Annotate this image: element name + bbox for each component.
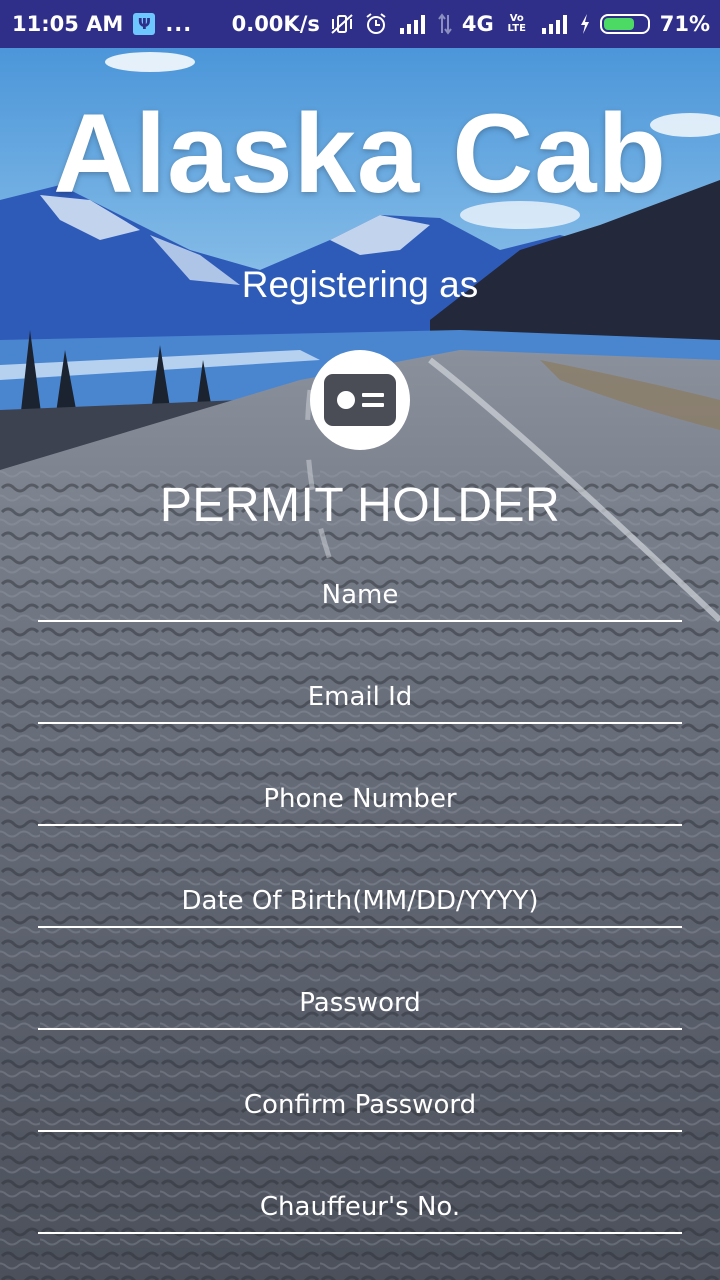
data-arrows-icon [438, 13, 452, 35]
dob-field-wrapper [38, 876, 682, 928]
volte-icon: Vo LTE [504, 14, 530, 34]
confirm-password-field-wrapper [38, 1080, 682, 1132]
battery-percent: 71% [659, 12, 710, 36]
dob-field[interactable] [38, 876, 682, 926]
email-field-wrapper [38, 672, 682, 724]
registering-as-label: Registering as [241, 264, 479, 305]
status-bar: 11:05 AM Ψ ... 0.00K/s 4G Vo LTE 71% [0, 0, 720, 48]
chauffeur-number-field-wrapper [38, 1182, 682, 1234]
alarm-icon [364, 12, 388, 36]
email-field[interactable] [38, 672, 682, 722]
more-notifications-icon: ... [165, 12, 193, 36]
network-speed: 0.00K/s [231, 12, 320, 36]
phone-field[interactable] [38, 774, 682, 824]
charging-icon [580, 14, 590, 34]
vibrate-off-icon [330, 13, 354, 35]
id-card-icon [324, 374, 396, 426]
battery-fill [603, 18, 634, 30]
role-icon-badge [310, 350, 410, 450]
signal-icon [398, 14, 428, 34]
password-field-wrapper [38, 978, 682, 1030]
usb-icon: Ψ [133, 13, 156, 35]
battery-icon [599, 14, 650, 34]
password-field[interactable] [38, 978, 682, 1028]
phone-field-wrapper [38, 774, 682, 826]
name-field[interactable] [38, 570, 682, 620]
registration-screen: 11:05 AM Ψ ... 0.00K/s 4G Vo LTE 71% Ala… [0, 0, 720, 1280]
volte-label: Vo LTE [507, 13, 526, 34]
name-field-wrapper [38, 570, 682, 622]
signal-icon-2 [540, 14, 570, 34]
confirm-password-field[interactable] [38, 1080, 682, 1130]
network-type: 4G [461, 12, 494, 36]
app-title: Alaska Cab [53, 91, 667, 216]
status-time: 11:05 AM [12, 12, 124, 36]
role-title: PERMIT HOLDER [159, 479, 561, 532]
chauffeur-number-field[interactable] [38, 1182, 682, 1232]
registration-form-container: Alaska Cab Registering as PERMIT HOLDER [0, 48, 720, 1280]
